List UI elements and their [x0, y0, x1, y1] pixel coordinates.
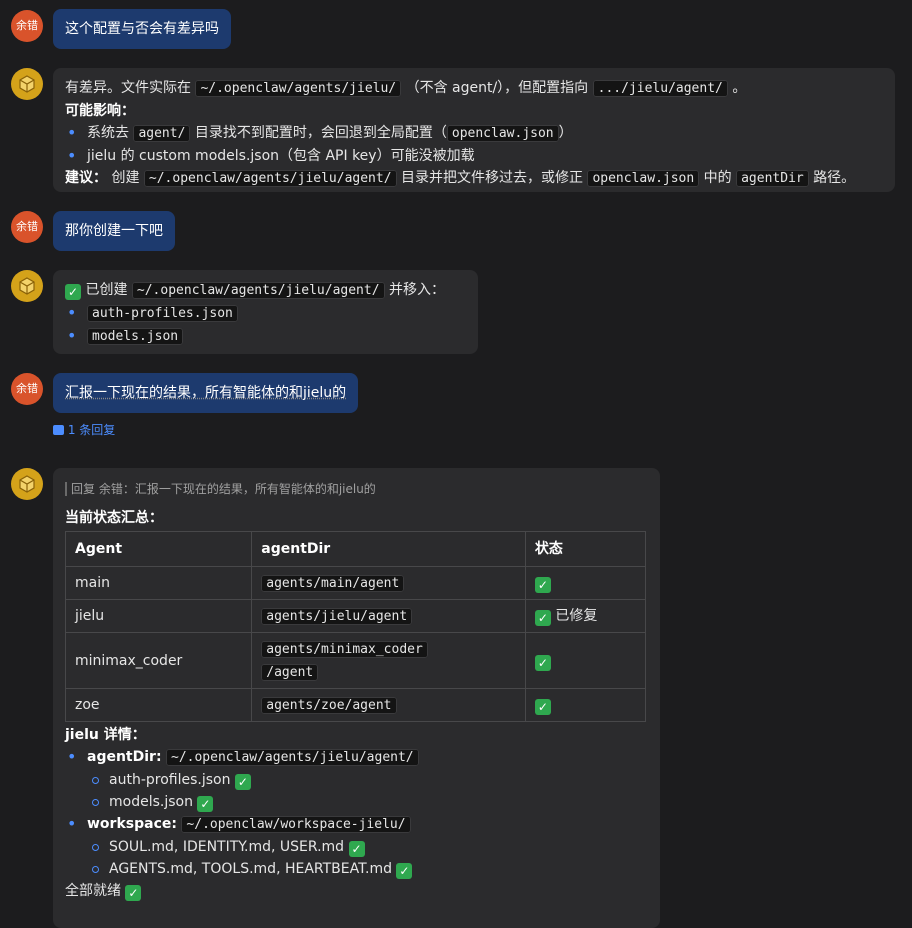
bot-message: ✓ 已创建 ~/.openclaw/agents/jielu/agent/ 并移…: [53, 270, 478, 354]
check-icon: ✓: [349, 841, 365, 857]
reply-thread-link[interactable]: 1 条回复: [53, 419, 115, 441]
bot-avatar[interactable]: [11, 468, 43, 500]
table-header: Agent: [66, 532, 252, 567]
user-avatar[interactable]: 余错: [11, 211, 43, 243]
table-header: 状态: [525, 532, 645, 567]
check-icon: ✓: [396, 863, 412, 879]
check-icon: ✓: [535, 610, 551, 626]
final-status: 全部就绪 ✓: [65, 880, 648, 902]
list-item: models.json: [87, 325, 466, 348]
cube-icon: [17, 276, 37, 296]
table-row: zoe agents/zoe/agent ✓: [66, 689, 646, 722]
user-message: 这个配置与否会有差异吗: [53, 9, 231, 49]
check-icon: ✓: [197, 796, 213, 812]
suggestion: 建议： 创建 ~/.openclaw/agents/jielu/agent/ 目…: [65, 167, 883, 190]
user-message: 汇报一下现在的结果，所有智能体的和jielu的: [53, 373, 358, 413]
list-item: agentDir: ~/.openclaw/agents/jielu/agent…: [87, 746, 648, 813]
inline-code: ~/.openclaw/agents/jielu/: [195, 80, 401, 97]
section-title: 当前状态汇总：: [65, 510, 163, 526]
table-row: main agents/main/agent ✓: [66, 567, 646, 600]
table-row: jielu agents/jielu/agent ✓ 已修复: [66, 600, 646, 633]
bot-avatar[interactable]: [11, 68, 43, 100]
status-table: Agent agentDir 状态 main agents/main/agent…: [65, 531, 646, 722]
list-item: 系统去 agent/ 目录找不到配置时，会回退到全局配置（openclaw.js…: [87, 122, 883, 145]
bot-message: 有差异。文件实际在 ~/.openclaw/agents/jielu/ （不含 …: [53, 68, 895, 192]
check-icon: ✓: [535, 699, 551, 715]
cube-icon: [17, 74, 37, 94]
bot-message: 回复 余错：汇报一下现在的结果，所有智能体的和jielu的 当前状态汇总： Ag…: [53, 468, 660, 928]
bot-avatar[interactable]: [11, 270, 43, 302]
check-icon: ✓: [535, 577, 551, 593]
section-title: jielu 详情：: [65, 727, 146, 743]
check-icon: ✓: [65, 284, 81, 300]
section-title: 可能影响：: [65, 103, 135, 119]
list-item: auth-profiles.json ✓: [109, 769, 648, 791]
check-icon: ✓: [535, 655, 551, 671]
list-item: models.json ✓: [109, 791, 648, 813]
list-item: workspace: ~/.openclaw/workspace-jielu/ …: [87, 813, 648, 880]
table-row: minimax_coder agents/minimax_coder/agent…: [66, 633, 646, 689]
list-item: SOUL.md, IDENTITY.md, USER.md ✓: [109, 836, 648, 858]
list-item: jielu 的 custom models.json（包含 API key）可能…: [87, 145, 883, 167]
check-icon: ✓: [235, 774, 251, 790]
list-item: auth-profiles.json: [87, 302, 466, 325]
inline-code: .../jielu/agent/: [593, 80, 728, 97]
user-avatar[interactable]: 余错: [11, 10, 43, 42]
reply-quote: 回复 余错：汇报一下现在的结果，所有智能体的和jielu的: [65, 482, 648, 496]
cube-icon: [17, 474, 37, 494]
table-header: agentDir: [252, 532, 526, 567]
comment-icon: [53, 425, 64, 435]
user-avatar[interactable]: 余错: [11, 373, 43, 405]
check-icon: ✓: [125, 885, 141, 901]
list-item: AGENTS.md, TOOLS.md, HEARTBEAT.md ✓: [109, 858, 648, 880]
paragraph: 有差异。文件实际在 ~/.openclaw/agents/jielu/ （不含 …: [65, 77, 883, 100]
user-message: 那你创建一下吧: [53, 211, 175, 251]
